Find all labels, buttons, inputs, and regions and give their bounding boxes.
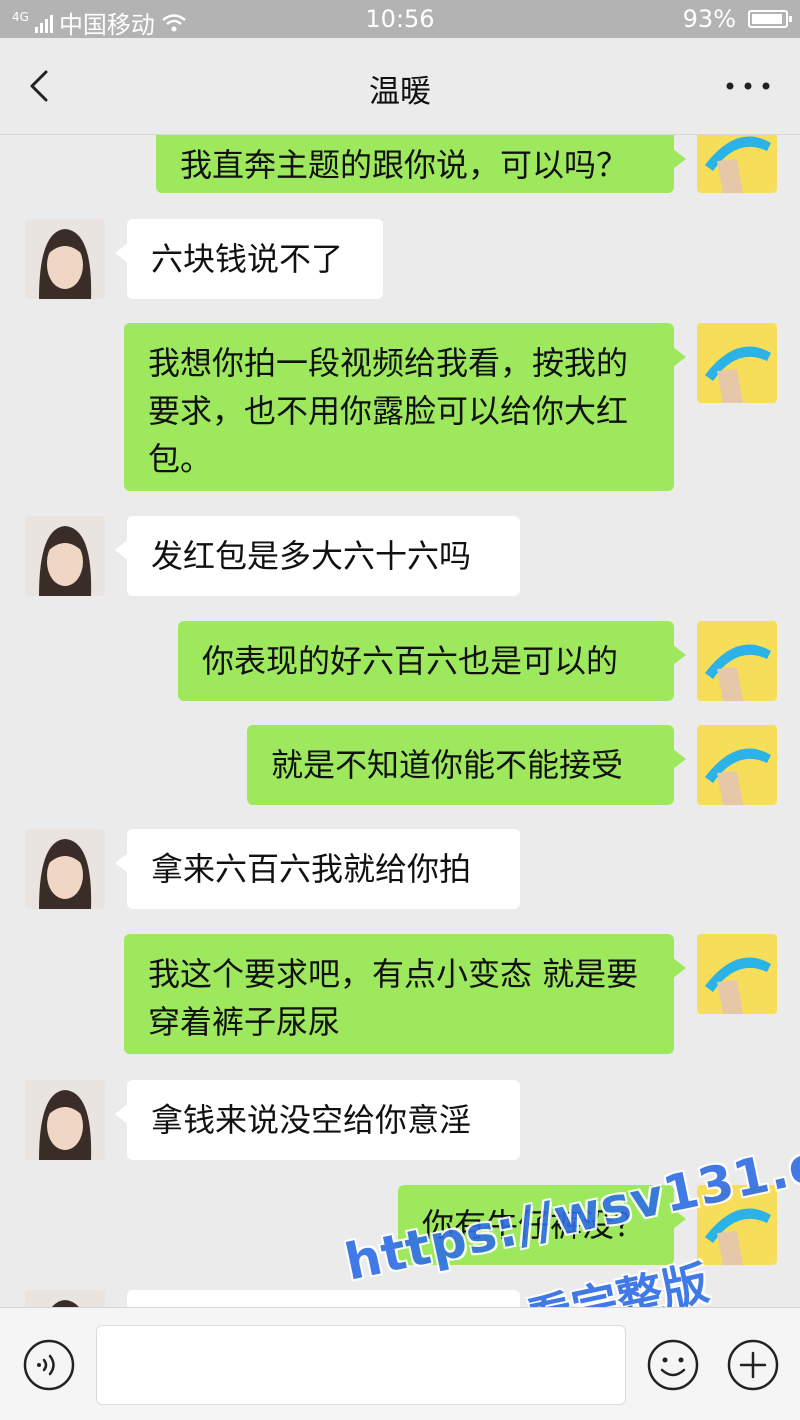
message-bubble-incoming[interactable]: 发红包是多大六十六吗 <box>115 516 520 596</box>
contact-avatar[interactable] <box>25 1290 105 1307</box>
contact-avatar[interactable] <box>25 219 105 299</box>
emoji-icon[interactable] <box>646 1338 700 1392</box>
message-list[interactable]: 我直奔主题的跟你说，可以吗？ 六块钱说不了 我想你拍一段视频给我看，按我的要求，… <box>0 135 800 1307</box>
message-bubble-outgoing[interactable]: 我这个要求吧，有点小变态 就是要穿着裤子尿尿 <box>124 934 686 1054</box>
status-right: 93% <box>682 5 792 33</box>
message-bubble-incoming[interactable]: 拿来六百六我就给你拍 <box>115 829 520 909</box>
message-bubble-incoming[interactable]: 六块钱说不了 <box>115 219 383 299</box>
message-bubble-incoming[interactable]: 拿钱来说没空给你意淫 <box>115 1080 520 1160</box>
message-bubble-outgoing[interactable]: 我直奔主题的跟你说，可以吗？ <box>156 135 686 193</box>
chat-header: 温暖 <box>0 38 800 135</box>
battery-percent: 93% <box>682 5 736 33</box>
message-bubble-incoming[interactable] <box>127 1290 520 1307</box>
contact-avatar[interactable] <box>25 516 105 596</box>
contact-avatar[interactable] <box>25 829 105 909</box>
message-input[interactable] <box>96 1325 626 1405</box>
my-avatar[interactable] <box>697 934 777 1014</box>
my-avatar[interactable] <box>697 725 777 805</box>
ellipsis-icon[interactable] <box>718 66 778 106</box>
input-bar <box>0 1307 800 1420</box>
status-time: 10:56 <box>365 5 435 33</box>
message-bubble-outgoing[interactable]: 你有牛仔裤没？ <box>398 1185 686 1265</box>
status-bar: 4G 中国移动 10:56 93% <box>0 0 800 39</box>
contact-avatar[interactable] <box>25 1080 105 1160</box>
plus-icon[interactable] <box>726 1338 780 1392</box>
voice-icon[interactable] <box>22 1338 76 1392</box>
my-avatar[interactable] <box>697 323 777 403</box>
my-avatar[interactable] <box>697 135 777 193</box>
message-bubble-outgoing[interactable]: 你表现的好六百六也是可以的 <box>178 621 686 701</box>
my-avatar[interactable] <box>697 1185 777 1265</box>
message-bubble-outgoing[interactable]: 我想你拍一段视频给我看，按我的要求，也不用你露脸可以给你大红包。 <box>124 323 686 491</box>
chat-title: 温暖 <box>369 74 431 110</box>
battery-icon <box>748 10 792 28</box>
my-avatar[interactable] <box>697 621 777 701</box>
message-bubble-outgoing[interactable]: 就是不知道你能不能接受 <box>247 725 686 805</box>
